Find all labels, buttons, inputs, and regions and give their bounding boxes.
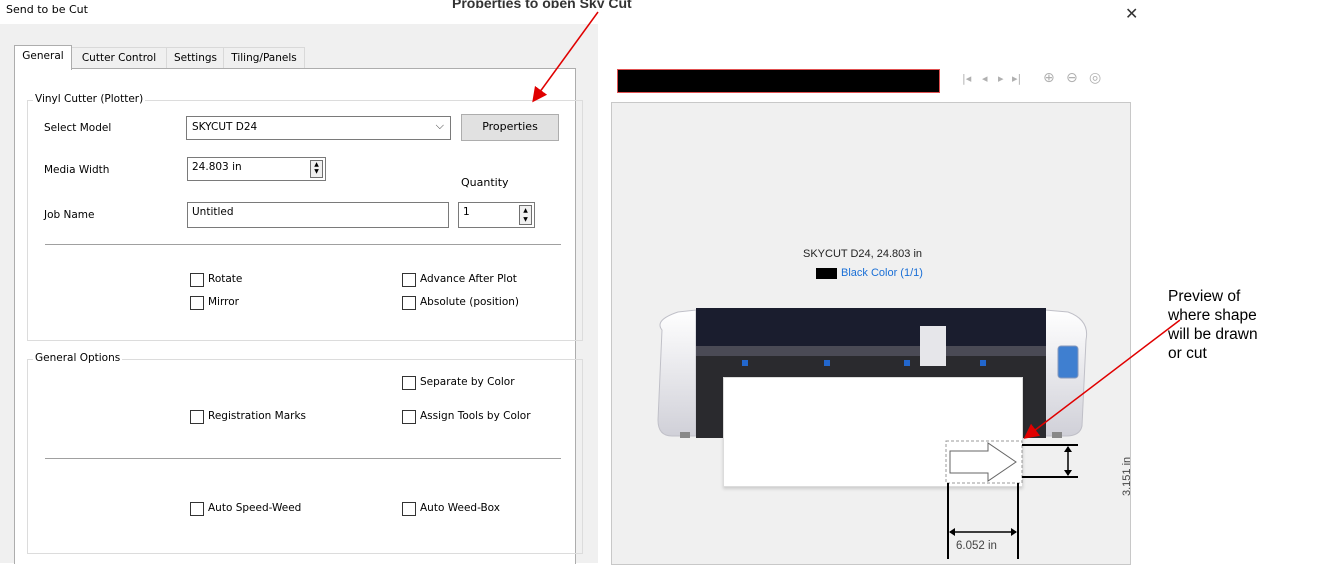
select-model-label: Select Model [44,122,112,134]
window-title: Send to be Cut [6,3,88,16]
stepper-down-icon[interactable]: ▼ [311,168,322,175]
height-dimension-label: 3.151 in [1121,456,1133,496]
progress-bar [617,69,940,93]
mirror-checkbox[interactable] [190,296,204,310]
advance-after-plot-checkbox[interactable] [402,273,416,287]
quantity-stepper[interactable]: ▲ ▼ [519,205,532,225]
media-width-field[interactable]: 24.803 in ▲ ▼ [187,157,326,181]
tab-tiling-panels[interactable]: Tiling/Panels [223,47,305,69]
absolute-position-checkbox[interactable] [402,296,416,310]
quantity-label: Quantity [461,176,509,189]
registration-marks-checkbox[interactable] [190,410,204,424]
absolute-position-label: Absolute (position) [420,296,520,308]
annotation-line: where shape [1168,307,1257,324]
annotation-line: will be drawn [1168,326,1258,343]
tab-general[interactable]: General [14,45,72,70]
auto-speed-weed-checkbox[interactable] [190,502,204,516]
zoom-out-icon[interactable]: ⊖ [1066,70,1078,86]
tab-cutter-control[interactable]: Cutter Control [70,47,168,69]
width-dimension-label: 6.052 in [956,540,997,552]
general-options-legend: General Options [33,352,123,364]
model-select[interactable]: SKYCUT D24 ⌵ [186,116,451,140]
model-select-value: SKYCUT D24 [192,121,258,133]
stepper-up-icon[interactable]: ▲ [311,161,322,168]
assign-tools-by-color-label: Assign Tools by Color [420,410,531,422]
dropdown-arrow-icon: ⌵ [435,119,444,132]
annotation-line: Preview of [1168,288,1241,305]
media-width-stepper[interactable]: ▲ ▼ [310,160,323,178]
auto-weed-box-label: Auto Weed-Box [420,502,501,514]
next-page-icon[interactable]: ▸ [998,72,1004,85]
stepper-down-icon[interactable]: ▼ [520,215,531,224]
first-page-icon[interactable]: |◂ [962,72,971,85]
general-options-group [27,359,583,554]
job-name-field[interactable]: Untitled [187,202,449,228]
color-layer-link[interactable]: Black Color (1/1) [841,267,923,279]
separate-by-color-label: Separate by Color [420,376,515,388]
advance-after-plot-label: Advance After Plot [420,273,517,285]
vinyl-cutter-legend: Vinyl Cutter (Plotter) [33,93,146,105]
zoom-in-icon[interactable]: ⊕ [1043,70,1055,86]
registration-marks-label: Registration Marks [208,410,307,422]
job-name-value: Untitled [192,206,234,218]
rotate-checkbox[interactable] [190,273,204,287]
job-name-label: Job Name [44,209,95,221]
last-page-icon[interactable]: ▸| [1012,72,1021,85]
separator-line [45,244,561,245]
cropped-banner-text: Properties to open Sky Cut [452,0,632,8]
close-icon[interactable]: ✕ [1125,4,1138,23]
quantity-field[interactable]: 1 ▲ ▼ [458,202,535,228]
machine-caption: SKYCUT D24, 24.803 in [803,248,923,260]
separator-line [45,458,561,459]
annotation-line: or cut [1168,345,1207,362]
assign-tools-by-color-checkbox[interactable] [402,410,416,424]
color-swatch [816,268,837,279]
separate-by-color-checkbox[interactable] [402,376,416,390]
fit-page-icon[interactable]: ◎ [1089,70,1101,86]
quantity-value: 1 [463,206,470,218]
properties-button[interactable]: Properties [461,114,559,141]
media-width-value: 24.803 in [192,161,242,173]
media-width-label: Media Width [44,164,110,176]
prev-page-icon[interactable]: ◂ [982,72,988,85]
stepper-up-icon[interactable]: ▲ [520,206,531,215]
mirror-label: Mirror [208,296,239,308]
annotation-text: Preview of where shape will be drawn or … [1168,287,1326,363]
auto-speed-weed-label: Auto Speed-Weed [208,502,302,514]
tab-settings[interactable]: Settings [166,47,225,69]
auto-weed-box-checkbox[interactable] [402,502,416,516]
rotate-label: Rotate [208,273,243,285]
